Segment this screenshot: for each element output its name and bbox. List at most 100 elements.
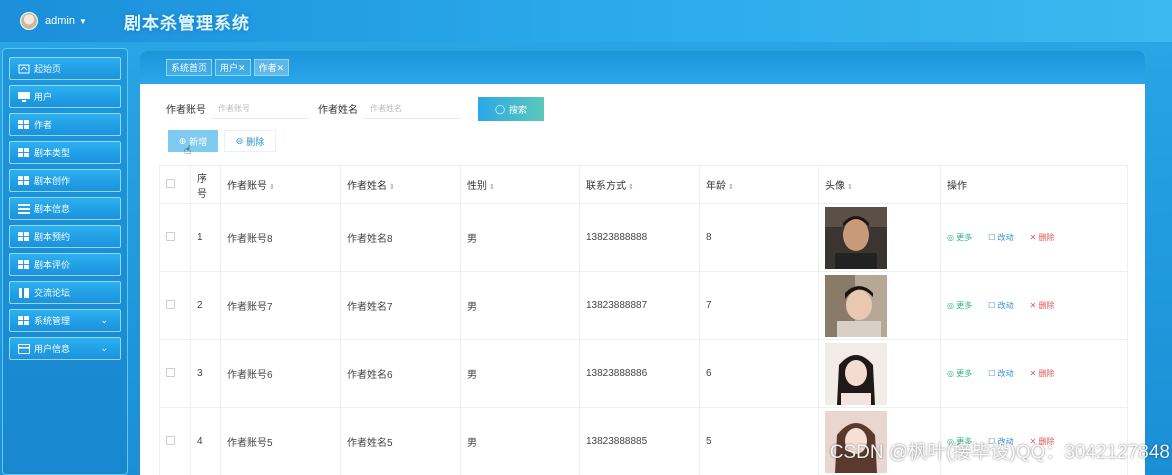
delete-label: 删除 (1038, 369, 1055, 378)
chevron-down-icon: ⌄ (100, 315, 108, 325)
cell-actions: ◎ 更多 ☐ 改动 ✕ 删除 (940, 203, 1128, 272)
cell-age: 5 (699, 407, 819, 475)
cell-account: 作者账号5 (220, 407, 341, 475)
select-all-checkbox[interactable] (159, 165, 191, 204)
table-header-row: 序号 作者账号 ⇕ 作者姓名 ⇕ 性别 ⇕ 联系方式 ⇕ 年龄 ⇕ 头像 ⇕ 操作 (159, 165, 1128, 204)
row-checkbox[interactable] (159, 407, 191, 475)
cell-phone: 13823888887 (579, 271, 700, 340)
sidebar-item-user-info[interactable]: 用户信息 ⌄ (9, 337, 121, 360)
user-menu[interactable]: admin ▼ (20, 12, 118, 30)
more-label: 更多 (956, 301, 973, 310)
sidebar-item-label: 剧本创作 (34, 176, 71, 186)
add-button-label: 新增 (189, 136, 208, 147)
table-row: 1 作者账号8 作者姓名8 男 13823888888 8 ◎ 更多 ☐ 改动 … (159, 203, 1128, 272)
search-icon: ◎ (947, 233, 954, 242)
sidebar-item-label: 用户信息 (34, 344, 71, 354)
tab-home[interactable]: 系统首页 (166, 59, 213, 76)
cell-phone: 13823888885 (579, 407, 700, 475)
search-button-label: 搜索 (509, 104, 528, 115)
sort-icon: ⇕ (847, 184, 853, 191)
author-photo (825, 274, 887, 337)
account-label: 作者账号 (166, 104, 206, 116)
sidebar-item-home[interactable]: 起始页 (9, 57, 121, 80)
list-icon (18, 203, 30, 214)
delete-row-button[interactable]: ✕ 删除 (1030, 368, 1055, 379)
sidebar: 起始页 用户 作者 剧本类型 剧本创作 剧本信息 剧本预约 剧本评价 交流论坛 … (2, 48, 128, 475)
sort-icon: ⇕ (389, 184, 395, 191)
cell-gender: 男 (460, 339, 580, 408)
col-gender[interactable]: 性别 ⇕ (460, 165, 580, 204)
col-account[interactable]: 作者账号 ⇕ (220, 165, 341, 204)
row-checkbox[interactable] (159, 271, 191, 340)
col-label: 性别 (467, 181, 487, 192)
col-index: 序号 (190, 165, 221, 204)
delete-button[interactable]: ⊖ 删除 (224, 130, 276, 152)
edit-icon: ☐ (988, 369, 996, 378)
add-button[interactable]: ⊕ 新增 (168, 130, 218, 152)
top-bar: admin ▼ 剧本杀管理系统 (0, 0, 1172, 42)
account-input[interactable]: 作者账号 (212, 97, 308, 119)
cell-phone: 13823888886 (579, 339, 700, 408)
cell-name: 作者姓名7 (340, 271, 461, 340)
chevron-down-icon: ⌄ (100, 343, 108, 353)
col-phone[interactable]: 联系方式 ⇕ (579, 165, 700, 204)
avatar (20, 12, 38, 30)
sort-icon: ⇕ (489, 184, 495, 191)
sidebar-item-script-booking[interactable]: 剧本预约 (9, 225, 121, 248)
sidebar-item-script-types[interactable]: 剧本类型 (9, 141, 121, 164)
sidebar-item-label: 作者 (34, 120, 53, 130)
cell-index: 3 (190, 339, 221, 408)
tab-users[interactable]: 用户✕ (215, 59, 251, 76)
app-title: 剧本杀管理系统 (124, 13, 250, 33)
sidebar-item-authors[interactable]: 作者 (9, 113, 121, 136)
tab-authors[interactable]: 作者✕ (253, 59, 290, 76)
more-button[interactable]: ◎ 更多 (947, 300, 972, 311)
sidebar-item-script-creation[interactable]: 剧本创作 (9, 169, 121, 192)
sidebar-item-label: 剧本预约 (34, 232, 71, 242)
tab-bar: 系统首页 用户✕ 作者✕ (140, 51, 1145, 84)
minus-circle-icon: ⊖ (235, 135, 244, 146)
delete-button-label: 删除 (246, 136, 265, 147)
col-avatar[interactable]: 头像 ⇕ (818, 165, 941, 204)
cell-name: 作者姓名8 (340, 203, 461, 272)
cell-age: 8 (699, 203, 819, 272)
cell-age: 6 (699, 339, 819, 408)
sidebar-item-label: 剧本评价 (34, 260, 71, 270)
sort-icon: ⇕ (628, 184, 634, 191)
home-icon (18, 64, 30, 73)
delete-label: 删除 (1038, 301, 1055, 310)
cell-gender: 男 (460, 203, 580, 272)
more-button[interactable]: ◎ 更多 (947, 232, 972, 243)
row-checkbox[interactable] (159, 203, 191, 272)
sort-icon: ⇕ (269, 184, 275, 191)
search-button[interactable]: ◯ 搜索 (478, 97, 544, 121)
sidebar-item-users[interactable]: 用户 (9, 85, 121, 108)
edit-button[interactable]: ☐ 改动 (988, 232, 1013, 243)
sidebar-item-script-info[interactable]: 剧本信息 (9, 197, 121, 220)
row-checkbox[interactable] (159, 339, 191, 408)
cell-account: 作者账号7 (220, 271, 341, 340)
edit-button[interactable]: ☐ 改动 (988, 368, 1013, 379)
table-row: 2 作者账号7 作者姓名7 男 13823888887 7 ◎ 更多 ☐ 改动 … (159, 271, 1128, 340)
col-label: 头像 (825, 181, 845, 192)
edit-button[interactable]: ☐ 改动 (988, 300, 1013, 311)
book-icon (19, 287, 29, 298)
more-button[interactable]: ◎ 更多 (947, 368, 972, 379)
cell-index: 4 (190, 407, 221, 475)
sidebar-item-label: 交流论坛 (34, 288, 71, 298)
sidebar-item-system-management[interactable]: 系统管理 ⌄ (9, 309, 121, 332)
search-icon: ◯ (494, 103, 506, 114)
sidebar-item-forum[interactable]: 交流论坛 (9, 281, 121, 304)
edit-label: 改动 (997, 233, 1014, 242)
edit-icon: ☐ (988, 301, 996, 310)
col-name[interactable]: 作者姓名 ⇕ (340, 165, 461, 204)
delete-label: 删除 (1038, 233, 1055, 242)
close-icon: ✕ (1029, 301, 1037, 310)
cell-name: 作者姓名6 (340, 339, 461, 408)
sidebar-item-script-review[interactable]: 剧本评价 (9, 253, 121, 276)
col-age[interactable]: 年龄 ⇕ (699, 165, 819, 204)
name-input[interactable]: 作者姓名 (364, 97, 460, 119)
delete-row-button[interactable]: ✕ 删除 (1030, 300, 1055, 311)
delete-row-button[interactable]: ✕ 删除 (1030, 232, 1055, 243)
author-photo (825, 342, 887, 405)
